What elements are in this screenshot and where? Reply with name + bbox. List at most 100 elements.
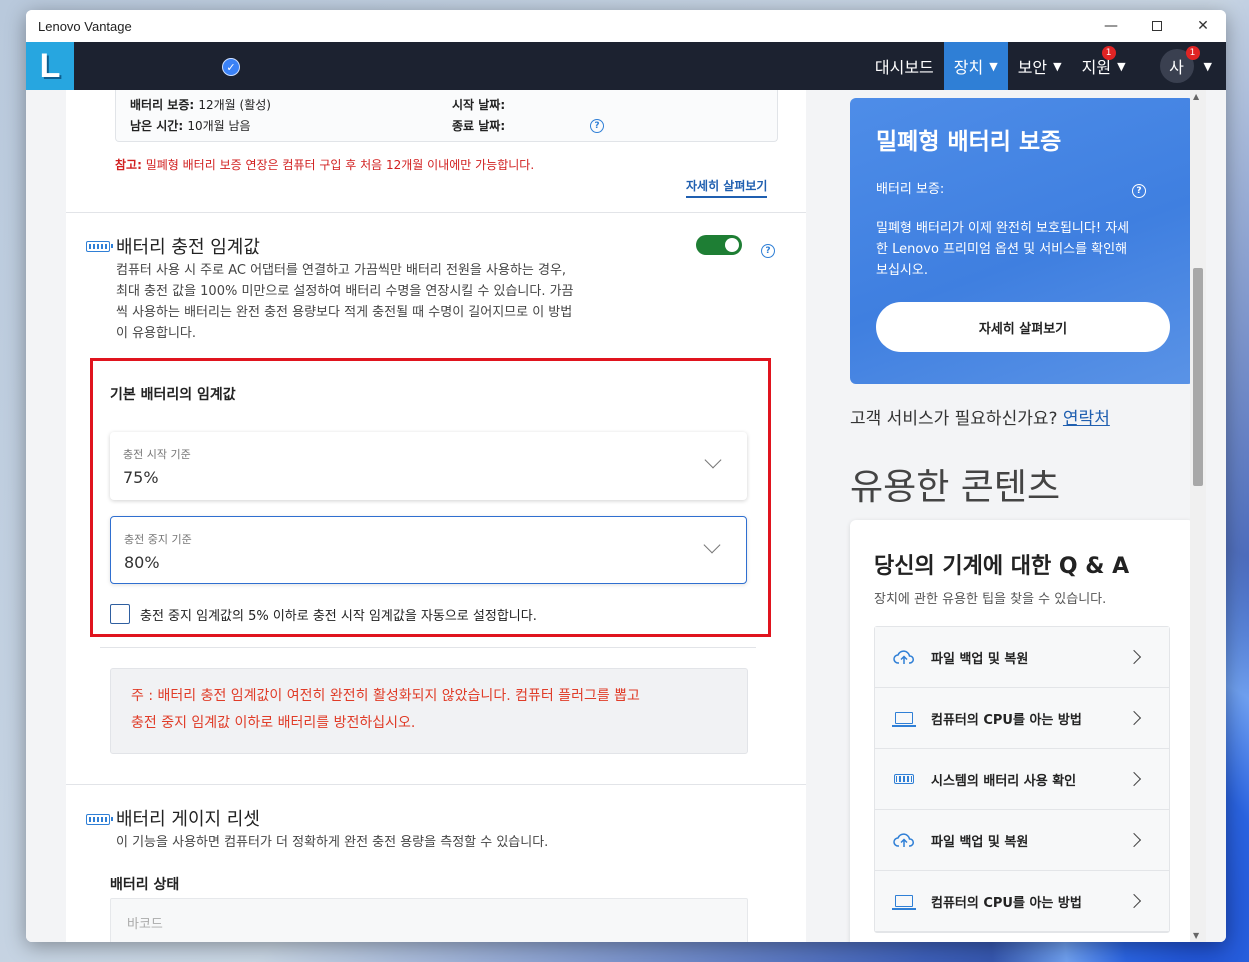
charge-threshold-toggle[interactable] [696, 235, 742, 255]
battery-icon [893, 774, 915, 784]
remaining-row: 남은 시간: 10개월 남음 [130, 117, 251, 134]
battery-icon [86, 814, 113, 825]
start-date-label: 시작 날짜: [452, 98, 506, 112]
warning-line: 주 : 배터리 충전 임계값이 여전히 완전히 활성화되지 않았습니다. 컴퓨터… [131, 688, 640, 704]
cloud-upload-icon [893, 649, 915, 665]
minimize-button[interactable]: — [1088, 10, 1134, 42]
maximize-icon [1152, 21, 1162, 31]
warranty-row: 배터리 보증: 12개월 (활성) [130, 96, 271, 113]
scrollbar[interactable]: ▲ ▼ [1190, 90, 1206, 942]
lenovo-logo[interactable]: L [26, 42, 74, 90]
maximize-button[interactable] [1134, 10, 1180, 42]
main-nav: 대시보드 장치 ▼ 보안 ▼ 지원 1 ▼ 사 1 ▼ [865, 42, 1226, 90]
main-content: 배터리 보증: 12개월 (활성) 남은 시간: 10개월 남음 시작 날짜: … [26, 90, 1226, 942]
description-line: 컴퓨터 사용 시 주로 AC 어댑터를 연결하고 가끔씩만 배터리 전원을 사용… [116, 263, 567, 278]
nav-device-label: 장치 [953, 58, 984, 77]
close-button[interactable]: ✕ [1180, 10, 1226, 42]
promo-title: 밀폐형 배터리 보증 [876, 129, 1062, 155]
nav-security-label: 보안 [1017, 58, 1048, 77]
qa-list: 파일 백업 및 복원 컴퓨터의 CPU를 아는 방법 시스템의 배터리 사용 확… [874, 626, 1170, 933]
description-line: 이 유용합니다. [116, 326, 197, 341]
end-date-label: 종료 날짜: [452, 119, 506, 133]
chevron-right-icon [1126, 649, 1142, 665]
customer-service: 고객 서비스가 필요하신가요? 연락처 [850, 404, 1110, 429]
auto-threshold-option[interactable]: 충전 중지 임계값의 5% 이하로 충전 시작 임계값을 자동으로 설정합니다. [110, 604, 537, 624]
useful-content-title: 유용한 콘텐츠 [850, 467, 1061, 508]
chevron-down-icon [703, 536, 721, 554]
charge-start-select[interactable]: 충전 시작 기준 75% [110, 432, 747, 500]
chevron-down-icon: ▼ [1117, 59, 1126, 73]
list-item-label: 컴퓨터의 CPU를 아는 방법 [931, 712, 1082, 728]
nav-dashboard[interactable]: 대시보드 [865, 42, 944, 90]
learn-more-link[interactable]: 자세히 살펴보기 [686, 177, 768, 198]
logo-letter: L [39, 47, 61, 85]
scroll-down-icon[interactable]: ▼ [1193, 931, 1199, 940]
app-header: L ✓ 대시보드 장치 ▼ 보안 ▼ 지원 1 ▼ 사 1 ▼ [26, 42, 1226, 90]
divider [66, 784, 806, 785]
promo-help[interactable]: ? [1132, 178, 1146, 198]
app-window: Lenovo Vantage — ✕ L ✓ 대시보드 장치 ▼ 보안 ▼ 지원… [26, 10, 1226, 942]
warranty-label: 배터리 보증: [130, 98, 195, 112]
list-item-label: 시스템의 배터리 사용 확인 [931, 773, 1077, 789]
title-bar: Lenovo Vantage — ✕ [26, 10, 1226, 42]
user-notification-badge: 1 [1185, 46, 1200, 60]
nav-support[interactable]: 지원 1 ▼ [1072, 42, 1136, 90]
list-item[interactable]: 컴퓨터의 CPU를 아는 방법 [875, 688, 1169, 749]
warranty-help[interactable]: ? [590, 117, 604, 133]
charge-threshold-description: 컴퓨터 사용 시 주로 AC 어댑터를 연결하고 가끔씩만 배터리 전원을 사용… [116, 260, 574, 344]
cloud-upload-icon [893, 832, 915, 848]
warranty-promo-card: 밀폐형 배터리 보증 배터리 보증: ? 밀폐형 배터리가 이제 완전히 보호됩… [850, 98, 1194, 384]
charge-stop-select[interactable]: 충전 중지 기준 80% [110, 516, 747, 584]
window-title: Lenovo Vantage [38, 18, 132, 34]
list-item[interactable]: 파일 백업 및 복원 [875, 810, 1169, 871]
gauge-reset-title: 배터리 게이지 리셋 [116, 809, 260, 830]
nav-device[interactable]: 장치 ▼ [943, 42, 1008, 90]
promo-line: 밀폐형 배터리가 이제 완전히 보호됩니다! 자세 [876, 221, 1130, 236]
charge-threshold-help[interactable]: ? [761, 238, 775, 258]
chevron-right-icon [1126, 771, 1142, 787]
list-item[interactable]: 파일 백업 및 복원 [875, 627, 1169, 688]
nav-dashboard-label: 대시보드 [874, 58, 934, 77]
list-item-label: 파일 백업 및 복원 [931, 651, 1029, 667]
list-item-label: 컴퓨터의 CPU를 아는 방법 [931, 895, 1082, 911]
laptop-icon [892, 895, 916, 910]
basic-threshold-title: 기본 배터리의 임계값 [110, 387, 236, 403]
qa-title: 당신의 기계에 대한 Q & A [874, 554, 1130, 579]
list-item-label: 파일 백업 및 복원 [931, 834, 1029, 850]
chevron-down-icon: ▼ [989, 59, 998, 73]
promo-description: 밀폐형 배터리가 이제 완전히 보호됩니다! 자세 한 Lenovo 프리미엄 … [876, 218, 1176, 281]
customer-service-text: 고객 서비스가 필요하신가요? [850, 409, 1063, 429]
right-sidebar: 밀폐형 배터리 보증 배터리 보증: ? 밀폐형 배터리가 이제 완전히 보호됩… [826, 90, 1206, 942]
warranty-info-box: 배터리 보증: 12개월 (활성) 남은 시간: 10개월 남음 시작 날짜: … [115, 90, 778, 142]
nav-security[interactable]: 보안 ▼ [1008, 42, 1072, 90]
help-icon: ? [761, 244, 775, 258]
battery-settings-panel: 배터리 보증: 12개월 (활성) 남은 시간: 10개월 남음 시작 날짜: … [66, 90, 806, 942]
list-item[interactable]: 시스템의 배터리 사용 확인 [875, 749, 1169, 810]
chevron-down-icon: ▼ [1203, 59, 1212, 73]
chevron-right-icon [1126, 710, 1142, 726]
qa-subtitle: 장치에 관한 유용한 팁을 찾을 수 있습니다. [874, 592, 1107, 607]
promo-learn-more-button[interactable]: 자세히 살펴보기 [876, 302, 1170, 352]
gauge-reset-description: 이 기능을 사용하면 컴퓨터가 더 정확하게 완전 충전 용량을 측정할 수 있… [116, 835, 549, 850]
qa-card: 당신의 기계에 대한 Q & A 장치에 관한 유용한 팁을 찾을 수 있습니다… [850, 520, 1194, 942]
divider [100, 647, 756, 648]
notification-badge: 1 [1101, 46, 1116, 60]
charge-start-label: 충전 시작 기준 [123, 448, 191, 461]
promo-warranty-label: 배터리 보증: [876, 182, 945, 197]
chevron-right-icon [1126, 893, 1142, 909]
list-item[interactable]: 컴퓨터의 CPU를 아는 방법 [875, 871, 1169, 932]
help-icon: ? [590, 119, 604, 133]
user-menu[interactable]: 사 1 ▼ [1136, 42, 1226, 90]
promo-line: 보십시오. [876, 263, 928, 278]
contact-link[interactable]: 연락처 [1063, 409, 1110, 429]
scrollbar-thumb[interactable] [1193, 268, 1203, 486]
auto-threshold-checkbox[interactable] [110, 604, 130, 624]
note-text: 밀폐형 배터리 보증 연장은 컴퓨터 구입 후 처음 12개월 이내에만 가능합… [141, 158, 535, 172]
battery-status-label: 배터리 상태 [110, 877, 180, 893]
description-line: 최대 충전 값을 100% 미만으로 설정하여 배터리 수명을 연장시킬 수 있… [116, 284, 574, 299]
remaining-label: 남은 시간: [130, 119, 184, 133]
charge-start-value: 75% [123, 468, 159, 487]
warning-line: 충전 중지 임계값 이하로 배터리를 방전하십시오. [131, 715, 416, 731]
help-icon: ? [1132, 184, 1146, 198]
scroll-up-icon[interactable]: ▲ [1193, 92, 1199, 101]
